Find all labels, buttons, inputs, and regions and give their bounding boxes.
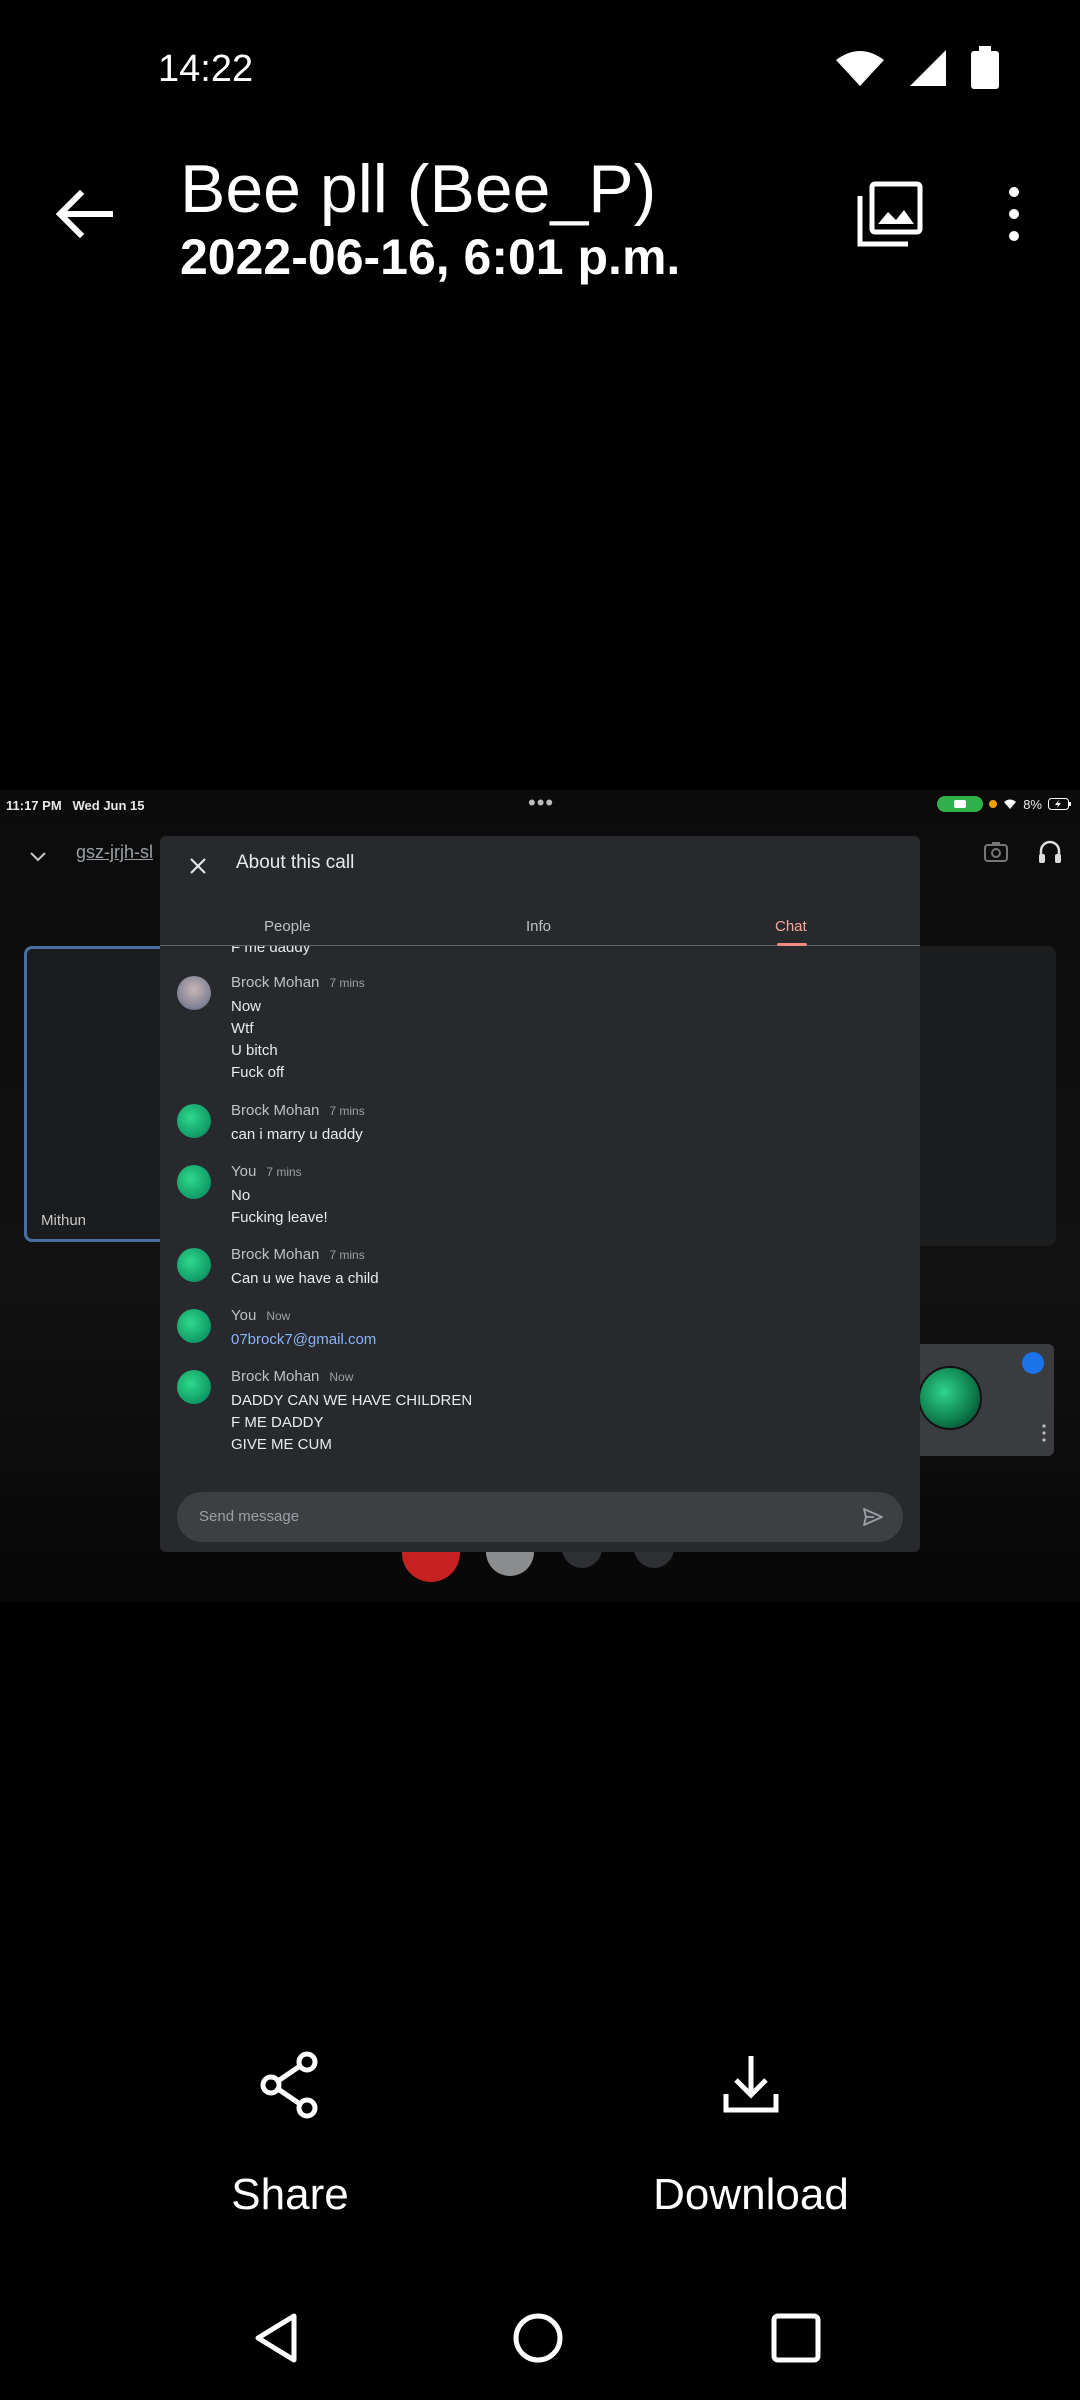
status-bar: 14:22 [0, 0, 1080, 140]
message-text: Can u we have a child [231, 1270, 379, 1287]
message-text: Wtf [231, 1020, 254, 1037]
share-button[interactable]: Share [130, 2050, 450, 2230]
battery-icon [971, 46, 999, 89]
dialog-title: About this call [236, 852, 355, 873]
screenshot-preview: 11:17 PM Wed Jun 15 ••• 8% gsz-jrjh-sl M… [0, 790, 1080, 1602]
tab-info[interactable]: Info [526, 918, 551, 935]
tab-chat[interactable]: Chat [775, 918, 807, 935]
wifi-icon [836, 51, 884, 86]
navigation-bar [0, 2280, 1080, 2400]
embedded-time: 11:17 PM [6, 798, 62, 813]
status-time: 14:22 [158, 48, 254, 90]
mic-indicator-icon [989, 800, 998, 808]
share-label: Share [231, 2170, 349, 2219]
embedded-battery-percent: 8% [1023, 796, 1042, 812]
chevron-down-icon[interactable] [26, 844, 50, 868]
download-icon [723, 2056, 779, 2113]
email-link[interactable]: 07brock7@gmail.com [231, 1329, 376, 1351]
more-vert-icon[interactable] [1042, 1424, 1046, 1442]
avatar [177, 1165, 211, 1199]
sender-name: Brock Mohan [231, 1246, 320, 1263]
share-icon [260, 2051, 318, 2119]
message-time: Now [329, 1370, 354, 1384]
nav-home-icon[interactable] [508, 2308, 568, 2368]
about-call-dialog: About this call People Info Chat F me da… [160, 836, 920, 1552]
avatar [177, 1104, 211, 1138]
page-title: Bee pll (Bee_P) [180, 151, 657, 227]
message-text: No [231, 1187, 251, 1204]
message-time: 7 mins [266, 1165, 302, 1179]
message-text: U bitch [231, 1042, 278, 1059]
wifi-icon [1004, 799, 1017, 809]
message-time: 7 mins [329, 1104, 365, 1118]
camera-active-icon [937, 796, 984, 812]
message-text: Now [231, 998, 262, 1015]
message-text: GIVE ME CUM [231, 1436, 332, 1453]
send-message-input[interactable]: Send message [177, 1492, 903, 1542]
camera-switch-icon[interactable] [982, 838, 1010, 866]
message-text: F ME DADDY [231, 1414, 324, 1431]
embedded-status-bar: 11:17 PM Wed Jun 15 ••• 8% [0, 790, 1080, 822]
avatar [177, 1370, 211, 1404]
more-dots-icon: ••• [528, 790, 555, 815]
download-button[interactable]: Download [591, 2050, 911, 2230]
message-text: Fucking leave! [231, 1209, 328, 1226]
avatar [177, 976, 211, 1010]
avatar [177, 1309, 211, 1343]
avatar [177, 1248, 211, 1282]
message-text: Fuck off [231, 1064, 285, 1081]
chat-list[interactable]: F me daddy Brock Mohan 7 mins Now Wtf U b… [160, 946, 920, 1474]
nav-back-icon[interactable] [250, 2308, 310, 2368]
meeting-code[interactable]: gsz-jrjh-sl [76, 842, 153, 863]
sender-name: Brock Mohan [231, 1102, 320, 1119]
more-vert-icon[interactable] [996, 180, 1032, 248]
chat-line-partial: F me daddy [231, 946, 311, 956]
cell-signal-icon [910, 50, 946, 86]
message-time: 7 mins [329, 976, 365, 990]
avatar [918, 1366, 982, 1430]
message-text: DADDY CAN WE HAVE CHILDREN [231, 1392, 473, 1409]
message-text: can i marry u daddy [231, 1126, 363, 1143]
send-message-placeholder: Send message [199, 1508, 300, 1525]
nav-recents-icon[interactable] [766, 2308, 826, 2368]
sender-name: Brock Mohan [231, 1368, 320, 1385]
send-icon[interactable] [861, 1505, 885, 1529]
download-label: Download [653, 2170, 849, 2219]
sender-name: Brock Mohan [231, 974, 320, 991]
tab-people[interactable]: People [264, 918, 311, 935]
self-view-tile[interactable] [908, 1344, 1054, 1456]
sender-name: You [231, 1163, 257, 1180]
gallery-icon[interactable] [856, 180, 924, 248]
message-time: Now [266, 1309, 291, 1323]
arrow-back-icon[interactable] [52, 182, 116, 246]
embedded-date: Wed Jun 15 [72, 798, 145, 813]
app-bar: Bee pll (Bee_P) 2022-06-16, 6:01 p.m. [0, 140, 1080, 290]
message-time: 7 mins [329, 1248, 365, 1262]
sender-name: You [231, 1307, 257, 1324]
page-subtitle: 2022-06-16, 6:01 p.m. [180, 229, 681, 285]
dialog-tabs: People Info Chat [160, 900, 920, 946]
status-icons [834, 46, 1000, 90]
audio-level-icon [1022, 1352, 1044, 1374]
headset-icon[interactable] [1036, 838, 1064, 866]
battery-charging-icon [1048, 798, 1071, 810]
close-icon[interactable] [186, 854, 210, 878]
participant-name: Mithun [41, 1212, 87, 1229]
